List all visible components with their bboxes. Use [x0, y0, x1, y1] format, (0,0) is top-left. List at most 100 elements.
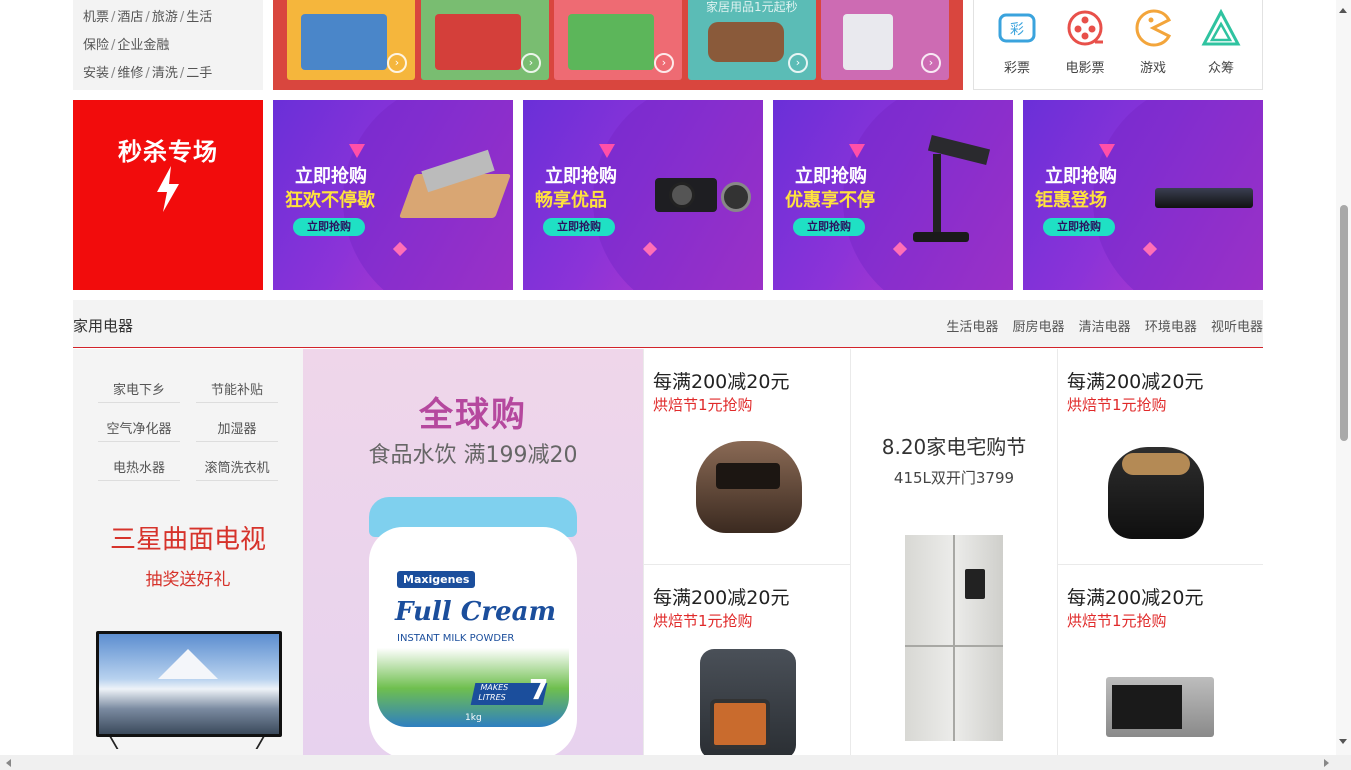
arrow-circle-icon[interactable]: › [387, 53, 407, 73]
film-reel-icon [1067, 10, 1103, 46]
floor-link[interactable]: 厨房电器 [1013, 320, 1065, 335]
camera-lens-image [669, 182, 695, 208]
featured-product-card[interactable]: 8.20家电宅购节 415L双开门3799 [850, 349, 1057, 759]
service-link[interactable]: 生活 [186, 10, 212, 25]
tv-image[interactable] [96, 631, 282, 737]
service-crowdfund[interactable]: 众筹 [1191, 8, 1251, 76]
fridge-door-split [905, 645, 1003, 647]
floor-link[interactable]: 生活电器 [946, 320, 998, 335]
service-link[interactable]: 旅游 [152, 10, 178, 25]
promo-banner[interactable]: 立即抢购 钜惠登场 立即抢购 [1023, 100, 1263, 290]
promo-button[interactable]: 立即抢购 [793, 218, 865, 236]
scroll-right-icon[interactable] [1324, 759, 1329, 767]
product-tagline: 烘焙节1元抢购 [1067, 612, 1167, 630]
keyword-link[interactable]: 空气净化器 [98, 418, 180, 442]
product-card[interactable]: 每满200减20元 烘焙节1元抢购 [1057, 565, 1263, 759]
promo-button[interactable]: 立即抢购 [1043, 218, 1115, 236]
product-tagline: 烘焙节1元抢购 [653, 612, 753, 630]
service-link[interactable]: 维修 [117, 66, 143, 81]
global-title: 全球购 [419, 395, 527, 435]
scroll-up-icon[interactable] [1339, 8, 1347, 13]
featured-title: 8.20家电宅购节 [881, 435, 1027, 459]
service-link[interactable]: 二手 [186, 66, 212, 81]
separator: / [179, 10, 185, 25]
banner-tile[interactable]: › [554, 0, 682, 80]
arrow-circle-icon[interactable]: › [654, 53, 674, 73]
service-games[interactable]: 游戏 [1123, 8, 1183, 76]
service-movie[interactable]: 电影票 [1055, 8, 1115, 76]
triangle-decor-icon [849, 144, 865, 158]
weight-label: 1kg [465, 713, 482, 723]
keyword-link[interactable]: 节能补贴 [196, 379, 278, 403]
banner-tile[interactable]: › [821, 0, 949, 80]
scroll-left-icon[interactable] [6, 759, 11, 767]
arrow-circle-icon[interactable]: › [788, 53, 808, 73]
global-purchase-banner[interactable]: 全球购 食品水饮 满199减20 Maxigenes Full Cream IN… [303, 349, 643, 759]
oven-image [1106, 677, 1214, 737]
scanner-arm-image [933, 154, 941, 238]
arrow-circle-icon[interactable]: › [521, 53, 541, 73]
keyword-link[interactable]: 加湿器 [196, 418, 278, 442]
scanner-base-image [913, 232, 969, 242]
separator: / [179, 66, 185, 81]
product-card[interactable]: 每满200减20元 烘焙节1元抢购 [643, 565, 850, 759]
floor-link[interactable]: 视听电器 [1211, 320, 1263, 335]
vertical-scrollbar[interactable] [1336, 0, 1351, 755]
product-image [568, 14, 654, 70]
fridge-display [965, 569, 985, 599]
keyword-link[interactable]: 家电下乡 [98, 379, 180, 403]
tv-promo-title[interactable]: 三星曲面电视 [73, 519, 303, 556]
product-card[interactable]: 每满200减20元 烘焙节1元抢购 [1057, 349, 1263, 565]
svg-text:彩: 彩 [1010, 22, 1024, 38]
banner-tile[interactable]: › [421, 0, 549, 80]
scroll-down-icon[interactable] [1339, 739, 1347, 744]
promo-button[interactable]: 立即抢购 [293, 218, 365, 236]
triangle-decor-icon [349, 144, 365, 158]
litres-number: 7 [529, 673, 549, 706]
scroll-thumb[interactable] [1340, 205, 1348, 441]
floor-link[interactable]: 清洁电器 [1079, 320, 1131, 335]
keyword-link[interactable]: 电热水器 [98, 457, 180, 481]
lightning-icon [157, 166, 179, 212]
keyword-link[interactable]: 滚筒洗衣机 [196, 457, 278, 481]
floor-link[interactable]: 环境电器 [1145, 320, 1197, 335]
product-offer: 每满200减20元 [653, 371, 790, 393]
service-link[interactable]: 清洗 [152, 66, 178, 81]
promo-button[interactable]: 立即抢购 [543, 218, 615, 236]
seckill-banner[interactable]: 秒杀专场 [73, 100, 263, 290]
service-link[interactable]: 保险 [83, 38, 109, 53]
product-tagline: 烘焙节1元抢购 [653, 396, 753, 414]
mountain-image [158, 649, 218, 679]
lottery-icon: 彩 [998, 13, 1036, 43]
dvd-player-image [1155, 188, 1253, 208]
featured-subtitle: 415L双开门3799 [893, 469, 1015, 487]
crowdfund-triangle-icon [1201, 8, 1241, 46]
promo-line1: 立即抢购 [1045, 166, 1117, 187]
promo-banner[interactable]: 立即抢购 优惠享不停 立即抢购 [773, 100, 1013, 290]
service-row: 机票 / 酒店 / 旅游 / 生活 [83, 6, 212, 25]
service-row: 保险 / 企业金融 [83, 34, 169, 53]
separator: / [145, 66, 150, 81]
promo-line2: 畅享优品 [535, 190, 607, 211]
service-label: 游戏 [1139, 61, 1166, 76]
banner-tile[interactable]: 家居用品1元起秒 › [688, 0, 816, 80]
service-link[interactable]: 酒店 [117, 10, 143, 25]
oven-window [1112, 685, 1182, 729]
service-link[interactable]: 安装 [83, 66, 109, 81]
arrow-circle-icon[interactable]: › [921, 53, 941, 73]
product-card[interactable]: 每满200减20元 烘焙节1元抢购 [643, 349, 850, 565]
service-link[interactable]: 机票 [83, 10, 109, 25]
floor-links: 生活电器 厨房电器 清洁电器 环境电器 视听电器 [936, 316, 1263, 335]
banner-tile[interactable]: › [287, 0, 415, 80]
service-lottery[interactable]: 彩 彩票 [987, 8, 1047, 76]
tv-promo-subtitle: 抽奖送好礼 [145, 570, 231, 590]
promo-banner[interactable]: 立即抢购 狂欢不停歇 立即抢购 [273, 100, 513, 290]
promo-banner[interactable]: 立即抢购 畅享优品 立即抢购 [523, 100, 763, 290]
promo-line1: 立即抢购 [795, 166, 867, 187]
global-subtitle: 食品水饮 满199减20 [368, 443, 578, 468]
service-link[interactable]: 企业金融 [117, 38, 169, 53]
floor-left-panel: 家电下乡 节能补贴 空气净化器 加湿器 电热水器 滚筒洗衣机 三星曲面电视 抽奖… [73, 349, 303, 759]
service-category-panel: 机票 / 酒店 / 旅游 / 生活 保险 / 企业金融 安装 / 维修 / 清洗 / 二手 [73, 0, 263, 90]
horizontal-scrollbar[interactable] [0, 755, 1351, 770]
fridge-door-split [953, 535, 955, 741]
